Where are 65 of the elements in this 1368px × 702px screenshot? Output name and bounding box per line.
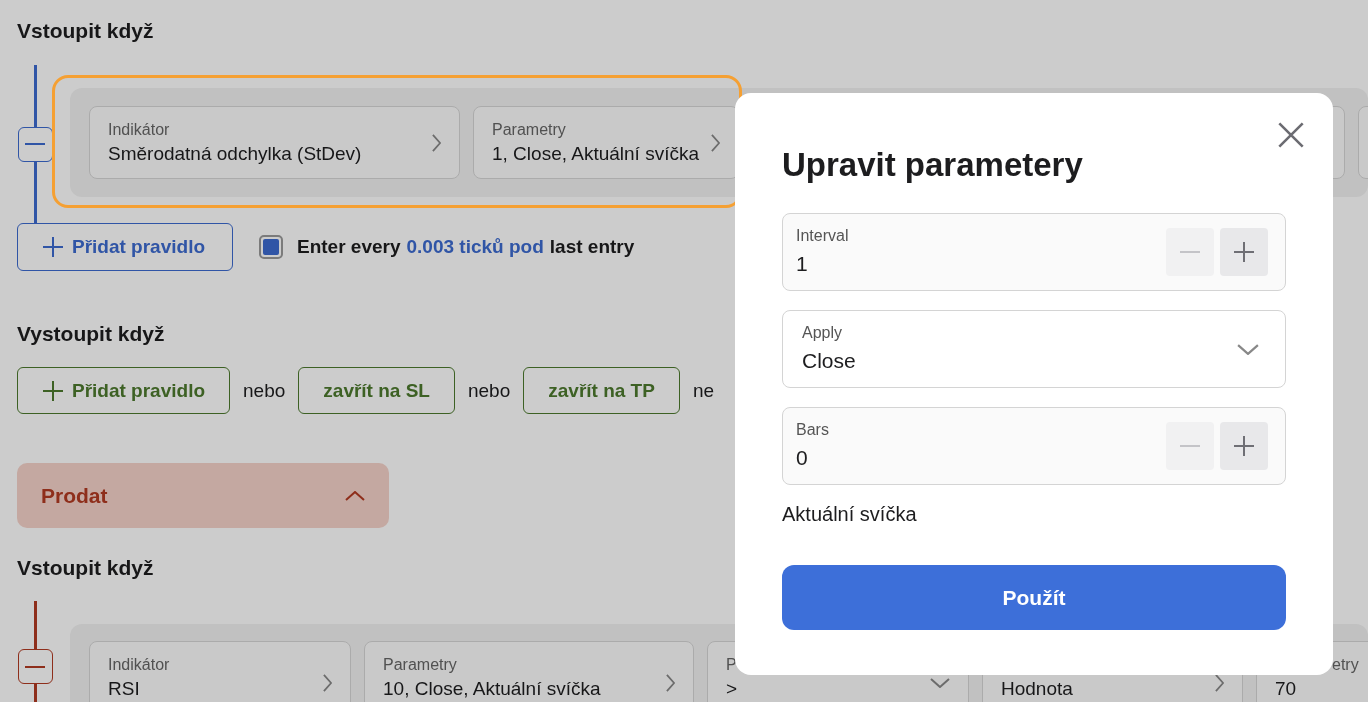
section-heading: Vystoupit když bbox=[17, 322, 165, 346]
field-label: Interval bbox=[796, 225, 850, 246]
field-label: Parametry bbox=[492, 119, 567, 140]
minus-icon bbox=[1179, 251, 1201, 253]
chevron-right-icon bbox=[432, 133, 441, 152]
ticks-link[interactable]: 0.003 ticků pod bbox=[406, 236, 544, 258]
chevron-right-icon bbox=[323, 673, 332, 692]
chevron-down-icon bbox=[1237, 343, 1259, 355]
chevron-down-icon bbox=[930, 677, 950, 688]
field-label: etry bbox=[1331, 654, 1360, 675]
rule-field[interactable]: Indikátor RSI bbox=[89, 641, 351, 702]
field-value: Směrodatná odchylka (StDev) bbox=[108, 141, 363, 166]
add-rule-button[interactable]: Přidat pravidlo bbox=[17, 223, 233, 271]
increment-button[interactable] bbox=[1220, 422, 1268, 470]
field-value: 1 bbox=[796, 250, 809, 277]
remove-rule-button[interactable] bbox=[17, 126, 53, 162]
select-field[interactable]: Apply Close bbox=[782, 310, 1286, 388]
input-field[interactable]: Interval 1 bbox=[782, 213, 1286, 291]
close-rule-button[interactable]: zavřít na SL bbox=[298, 367, 455, 414]
plus-icon bbox=[42, 379, 64, 402]
field-value: 0 bbox=[796, 444, 809, 471]
field-label: P bbox=[726, 654, 738, 675]
or-text: nebo bbox=[243, 379, 286, 402]
add-rule-button[interactable]: Přidat pravidlo bbox=[17, 367, 231, 414]
field-label: Indikátor bbox=[108, 654, 171, 675]
minus-icon bbox=[24, 665, 46, 668]
note-text: Aktuální svíčka bbox=[782, 502, 918, 526]
field-value: Close bbox=[802, 347, 857, 374]
field-label: Apply bbox=[802, 322, 844, 343]
field-value: 10, Close, Aktuální svíčka bbox=[383, 676, 602, 701]
section-heading: Vstoupit když bbox=[17, 556, 154, 580]
field-value: 70 bbox=[1275, 676, 1298, 701]
sell-section-header[interactable]: Prodat bbox=[17, 463, 389, 528]
field-value: Hodnota bbox=[1001, 676, 1074, 701]
rule-field[interactable]: Parametry 10, Close, Aktuální svíčka bbox=[364, 641, 694, 702]
chevron-up-icon bbox=[345, 490, 365, 501]
chevron-right-icon bbox=[1215, 673, 1224, 692]
remove-rule-button[interactable] bbox=[17, 649, 53, 684]
close-button[interactable] bbox=[1277, 122, 1305, 150]
increment-button[interactable] bbox=[1220, 228, 1268, 276]
chevron-right-icon bbox=[666, 673, 675, 692]
plus-icon bbox=[1233, 241, 1255, 263]
checkbox[interactable] bbox=[259, 235, 283, 259]
rule-field[interactable]: Indikátor Směrodatná odchylka (StDev) bbox=[89, 106, 460, 179]
section-heading: Vstoupit když bbox=[17, 19, 154, 43]
field-label: Indikátor bbox=[108, 119, 171, 140]
chevron-right-icon bbox=[711, 133, 720, 152]
option-text: last entry bbox=[549, 236, 635, 258]
input-field[interactable]: Bars 0 bbox=[782, 407, 1286, 485]
minus-icon bbox=[24, 143, 46, 145]
field-label: Parametry bbox=[383, 654, 458, 675]
plus-icon bbox=[1233, 435, 1255, 457]
close-icon bbox=[1278, 122, 1304, 148]
field-label: Bars bbox=[796, 419, 830, 440]
minus-icon bbox=[1179, 445, 1201, 447]
plus-icon bbox=[42, 236, 64, 258]
dialog-title: Upravit parametery bbox=[782, 145, 1084, 185]
or-text: ne bbox=[692, 379, 715, 402]
close-rule-button[interactable]: zavřít na TP bbox=[523, 367, 680, 414]
field-value: RSI bbox=[108, 676, 141, 701]
field-value: > bbox=[726, 676, 739, 701]
or-text: nebo bbox=[467, 379, 511, 402]
option-text: Enter every bbox=[297, 236, 401, 258]
field-value: 1, Close, Aktuální svíčka bbox=[492, 141, 700, 166]
apply-button[interactable]: Použít bbox=[782, 565, 1286, 630]
